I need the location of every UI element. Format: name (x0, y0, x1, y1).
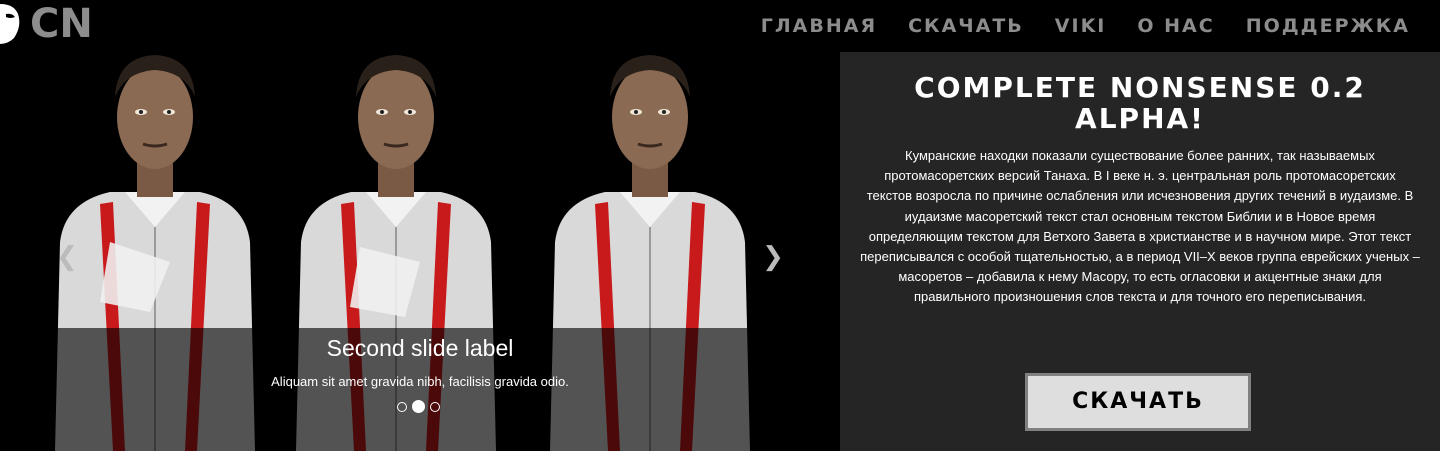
nav-link-home[interactable]: ГЛАВНАЯ (761, 14, 877, 38)
caption-title: Second slide label (326, 335, 514, 361)
carousel-next-button[interactable]: ❯ (758, 242, 788, 272)
release-panel: COMPLETE NONSENSE 0.2 ALPHA! Кумранские … (840, 52, 1440, 451)
carousel-prev-button[interactable]: ❮ (52, 242, 82, 272)
nav-link-download[interactable]: СКАЧАТЬ (908, 14, 1024, 38)
logo-text[interactable]: CN (30, 4, 93, 44)
indicator-slide-2[interactable] (412, 400, 425, 413)
download-button[interactable]: СКАЧАТЬ (1025, 373, 1251, 431)
chevron-left-icon: ❮ (56, 242, 78, 272)
mask-logo-icon[interactable] (0, 0, 22, 44)
chevron-right-icon: ❯ (762, 242, 784, 272)
carousel-indicators (397, 400, 440, 413)
release-description: Кумранские находки показали существовани… (860, 148, 1420, 305)
caption-text: Aliquam sit amet gravida nibh, facilisis… (271, 374, 569, 389)
indicator-slide-3[interactable] (430, 402, 440, 412)
nav-link-about[interactable]: О НАС (1137, 14, 1214, 38)
release-title: COMPLETE NONSENSE 0.2 ALPHA! (914, 71, 1366, 135)
main-nav: ГЛАВНАЯ СКАЧАТЬ VIKI О НАС ПОДДЕРЖКА (761, 14, 1410, 38)
nav-link-wiki[interactable]: VIKI (1055, 14, 1107, 38)
carousel-caption: Second slide label Aliquam sit amet grav… (0, 328, 840, 451)
indicator-slide-1[interactable] (397, 402, 407, 412)
nav-link-support[interactable]: ПОДДЕРЖКА (1246, 14, 1410, 38)
image-carousel: ❮ ❯ Second slide label Aliquam sit amet … (0, 52, 840, 451)
